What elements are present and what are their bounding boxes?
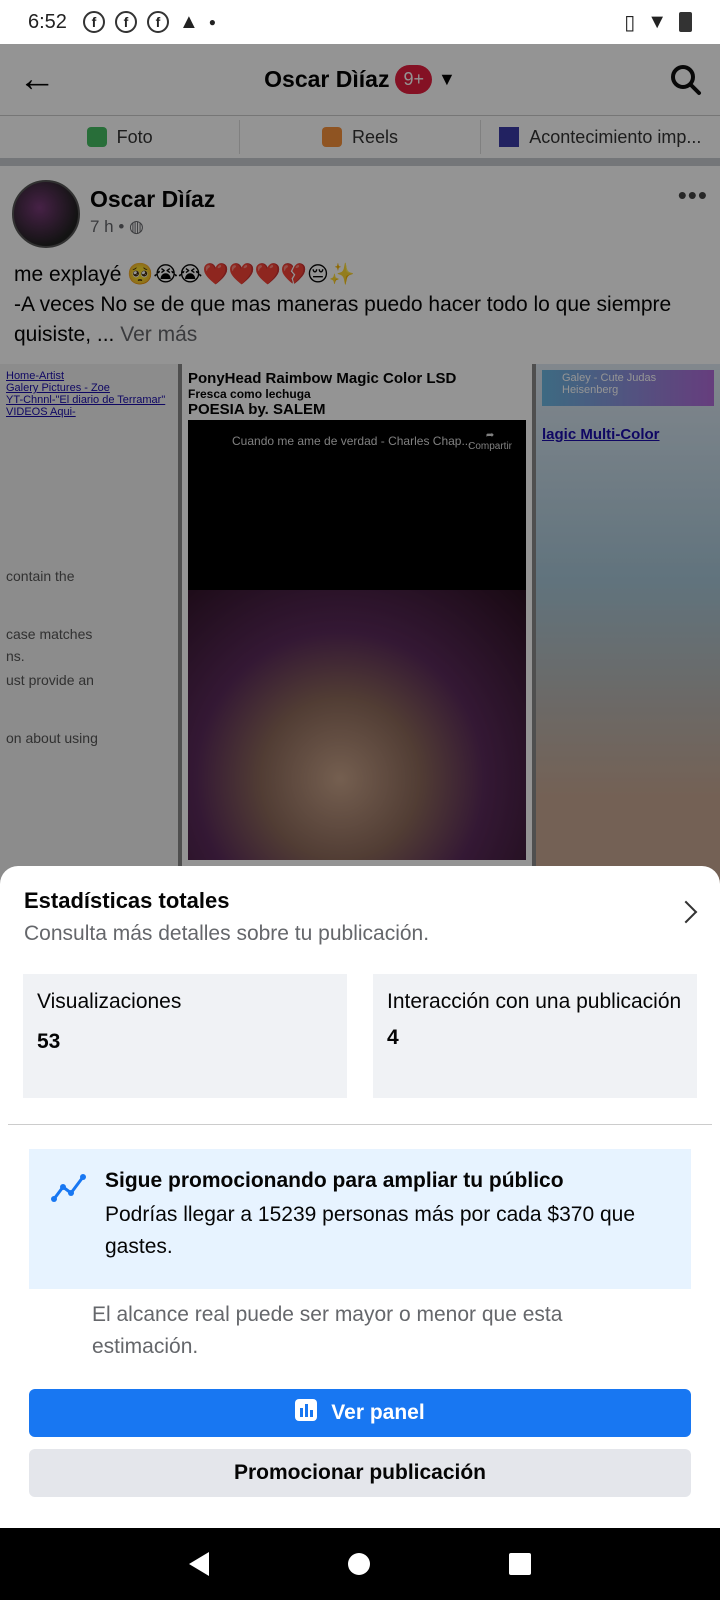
nav-back-icon[interactable] <box>189 1552 210 1576</box>
facebook-icon: f <box>82 11 105 33</box>
stats-row: Visualizaciones 53 Interacción con una p… <box>0 946 720 1098</box>
stat-card-engagement: Interacción con una publicación 4 <box>373 974 697 1098</box>
sheet-title: Estadísticas totales <box>24 888 230 913</box>
sheet-header[interactable]: Estadísticas totales Consulta más detall… <box>0 866 720 946</box>
estimate-note: El alcance real puede ser mayor o menor … <box>92 1303 563 1358</box>
stat-label: Visualizaciones <box>37 990 182 1013</box>
facebook-icon: f <box>114 11 137 33</box>
stat-value: 53 <box>37 1030 61 1053</box>
insights-bottom-sheet: Estadísticas totales Consulta más detall… <box>0 866 720 1528</box>
dot-icon: ● <box>208 15 216 29</box>
stat-label: Interacción con una publicación <box>387 990 682 1013</box>
sheet-subtitle: Consulta más detalles sobre tu publicaci… <box>24 922 430 945</box>
warning-icon: ▲ <box>178 10 199 33</box>
wifi-icon: ▼ <box>647 10 667 33</box>
trending-icon <box>51 1173 87 1208</box>
system-nav-bar <box>0 1528 720 1600</box>
promo-text: Podrías llegar a 15239 personas más por … <box>105 1203 636 1258</box>
promo-title: Sigue promocionando para ampliar tu públ… <box>105 1169 564 1192</box>
stat-card-views: Visualizaciones 53 <box>23 974 347 1098</box>
stat-value: 4 <box>387 1026 399 1049</box>
status-bar: 6:52 f f f ▲ ● ▯ ▼ <box>0 0 720 44</box>
divider <box>8 1124 712 1125</box>
nav-recents-icon[interactable] <box>508 1553 531 1575</box>
promo-card: Sigue promocionando para ampliar tu públ… <box>29 1149 691 1289</box>
bar-chart-icon <box>295 1399 318 1427</box>
promote-post-button[interactable]: Promocionar publicación <box>29 1449 691 1497</box>
vibrate-icon: ▯ <box>624 11 636 34</box>
battery-icon <box>679 12 692 32</box>
facebook-icon: f <box>146 11 169 33</box>
promote-post-label: Promocionar publicación <box>233 1461 487 1484</box>
view-dashboard-label: Ver panel <box>331 1401 425 1424</box>
view-dashboard-button[interactable]: Ver panel <box>29 1389 691 1437</box>
status-time: 6:52 <box>28 10 67 33</box>
nav-home-icon[interactable] <box>347 1553 370 1575</box>
